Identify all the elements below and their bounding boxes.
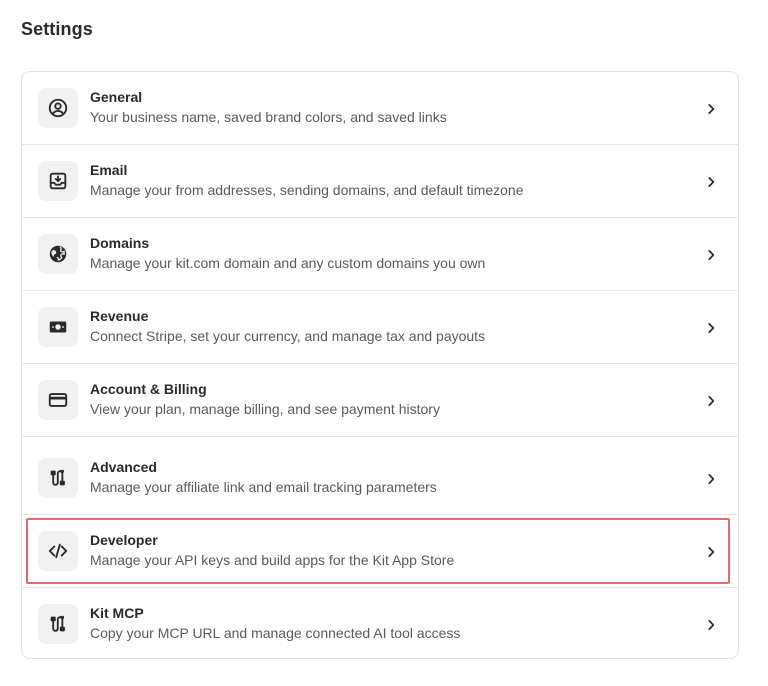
chevron-right-icon [708,396,715,406]
chevron-right-icon [708,177,715,187]
settings-item-title: Developer [90,532,158,548]
plug-connector-icon [38,604,78,644]
settings-item-title: Kit MCP [90,605,144,621]
settings-item-description: Connect Stripe, set your currency, and m… [90,328,486,344]
globe-icon [38,234,78,274]
settings-list: General Your business name, saved brand … [21,71,739,659]
settings-item-title: General [90,89,143,105]
user-circle-icon [38,88,78,128]
chevron-right-icon [708,547,715,557]
settings-item-account-billing[interactable]: Account & Billing View your plan, manage… [22,364,738,437]
settings-item-description: Your business name, saved brand colors, … [90,109,447,125]
settings-item-kit-mcp[interactable]: Kit MCP Copy your MCP URL and manage con… [22,588,738,660]
code-brackets-icon [38,531,78,571]
plug-connector-icon [38,458,78,498]
settings-item-description: Manage your kit.com domain and any custo… [90,255,486,271]
credit-card-icon [38,380,78,420]
chevron-right-icon [708,104,715,114]
settings-item-title: Domains [90,235,150,251]
banknote-icon [38,307,78,347]
settings-item-domains[interactable]: Domains Manage your kit.com domain and a… [22,218,738,291]
settings-item-title: Email [90,162,128,178]
settings-item-title: Advanced [90,459,157,475]
settings-item-description: Copy your MCP URL and manage connected A… [90,625,461,641]
settings-item-title: Account & Billing [90,381,207,397]
chevron-right-icon [708,323,715,333]
chevron-right-icon [708,474,715,484]
inbox-download-icon [38,161,78,201]
settings-item-description: Manage your API keys and build apps for … [90,552,455,568]
settings-item-description: Manage your affiliate link and email tra… [90,479,437,495]
settings-item-revenue[interactable]: Revenue Connect Stripe, set your currenc… [22,291,738,364]
selection-highlight [26,518,730,584]
settings-item-description: View your plan, manage billing, and see … [90,401,440,417]
settings-item-description: Manage your from addresses, sending doma… [90,182,524,198]
chevron-right-icon [708,620,715,630]
settings-item-developer[interactable]: Developer Manage your API keys and build… [22,515,738,588]
chevron-right-icon [708,250,715,260]
settings-item-email[interactable]: Email Manage your from addresses, sendin… [22,145,738,218]
settings-item-advanced[interactable]: Advanced Manage your affiliate link and … [22,437,738,515]
settings-item-title: Revenue [90,308,149,324]
page-title: Settings [21,19,93,39]
settings-item-general[interactable]: General Your business name, saved brand … [22,72,738,145]
